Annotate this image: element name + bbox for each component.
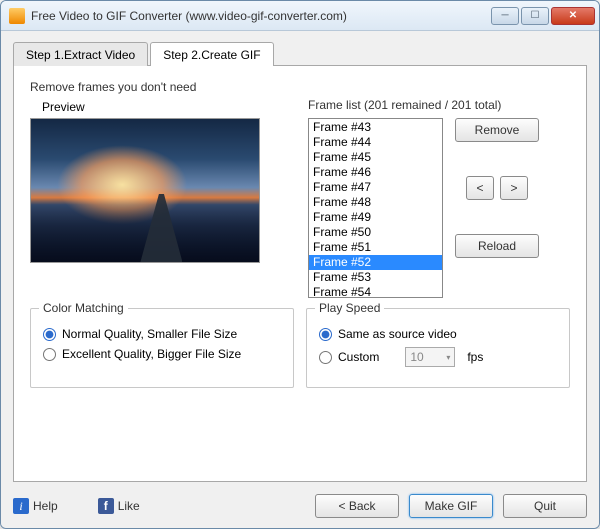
app-window: Free Video to GIF Converter (www.video-g… bbox=[0, 0, 600, 529]
titlebar[interactable]: Free Video to GIF Converter (www.video-g… bbox=[1, 1, 599, 31]
help-link[interactable]: i Help bbox=[13, 498, 58, 514]
dropdown-icon: ▾ bbox=[446, 353, 450, 362]
fps-value: 10 bbox=[410, 350, 423, 364]
frame-list-item[interactable]: Frame #54 bbox=[309, 285, 442, 298]
help-label: Help bbox=[33, 499, 58, 513]
frame-list-item[interactable]: Frame #43 bbox=[309, 120, 442, 135]
radio-custom-speed[interactable]: Custom 10 ▾ fps bbox=[319, 347, 557, 367]
radio-custom-label: Custom bbox=[338, 350, 379, 364]
like-label: Like bbox=[118, 499, 140, 513]
reload-button[interactable]: Reload bbox=[455, 234, 539, 258]
frame-list-item[interactable]: Frame #50 bbox=[309, 225, 442, 240]
frame-list-item[interactable]: Frame #44 bbox=[309, 135, 442, 150]
remove-button[interactable]: Remove bbox=[455, 118, 539, 142]
back-button[interactable]: < Back bbox=[315, 494, 399, 518]
radio-excellent-quality[interactable]: Excellent Quality, Bigger File Size bbox=[43, 347, 281, 361]
frame-list-item[interactable]: Frame #53 bbox=[309, 270, 442, 285]
client-area: Step 1.Extract Video Step 2.Create GIF R… bbox=[1, 31, 599, 528]
frame-list-label: Frame list (201 remained / 201 total) bbox=[308, 98, 570, 112]
make-gif-button[interactable]: Make GIF bbox=[409, 494, 493, 518]
radio-normal-label: Normal Quality, Smaller File Size bbox=[62, 327, 237, 341]
window-title: Free Video to GIF Converter (www.video-g… bbox=[31, 9, 491, 23]
fps-unit: fps bbox=[467, 350, 483, 364]
frame-list-item[interactable]: Frame #49 bbox=[309, 210, 442, 225]
facebook-icon: f bbox=[98, 498, 114, 514]
preview-label: Preview bbox=[42, 100, 292, 114]
play-speed-title: Play Speed bbox=[315, 301, 384, 315]
frame-list-item[interactable]: Frame #51 bbox=[309, 240, 442, 255]
next-frame-button[interactable]: > bbox=[500, 176, 528, 200]
color-matching-title: Color Matching bbox=[39, 301, 128, 315]
frame-list-item[interactable]: Frame #52 bbox=[309, 255, 442, 270]
fps-spinner[interactable]: 10 ▾ bbox=[405, 347, 455, 367]
frame-list-item[interactable]: Frame #47 bbox=[309, 180, 442, 195]
radio-custom-input[interactable] bbox=[319, 351, 332, 364]
app-icon bbox=[9, 8, 25, 24]
tab-step1[interactable]: Step 1.Extract Video bbox=[13, 42, 148, 66]
remove-frames-title: Remove frames you don't need bbox=[30, 80, 292, 94]
frame-listbox[interactable]: Frame #43Frame #44Frame #45Frame #46Fram… bbox=[308, 118, 443, 298]
radio-normal-input[interactable] bbox=[43, 328, 56, 341]
frame-list-item[interactable]: Frame #45 bbox=[309, 150, 442, 165]
maximize-button[interactable]: ☐ bbox=[521, 7, 549, 25]
radio-excellent-input[interactable] bbox=[43, 348, 56, 361]
frame-list-item[interactable]: Frame #46 bbox=[309, 165, 442, 180]
radio-same-label: Same as source video bbox=[338, 327, 457, 341]
color-matching-group: Color Matching Normal Quality, Smaller F… bbox=[30, 308, 294, 388]
play-speed-group: Play Speed Same as source video Custom 1… bbox=[306, 308, 570, 388]
preview-image bbox=[30, 118, 260, 263]
radio-normal-quality[interactable]: Normal Quality, Smaller File Size bbox=[43, 327, 281, 341]
close-button[interactable]: ✕ bbox=[551, 7, 595, 25]
prev-frame-button[interactable]: < bbox=[466, 176, 494, 200]
like-link[interactable]: f Like bbox=[98, 498, 140, 514]
tab-page-step2: Remove frames you don't need Preview Fra… bbox=[13, 65, 587, 482]
preview-content bbox=[140, 194, 182, 262]
radio-same-input[interactable] bbox=[319, 328, 332, 341]
bottom-bar: i Help f Like < Back Make GIF Quit bbox=[13, 482, 587, 518]
help-icon: i bbox=[13, 498, 29, 514]
radio-same-speed[interactable]: Same as source video bbox=[319, 327, 557, 341]
minimize-button[interactable]: ─ bbox=[491, 7, 519, 25]
radio-excellent-label: Excellent Quality, Bigger File Size bbox=[62, 347, 241, 361]
quit-button[interactable]: Quit bbox=[503, 494, 587, 518]
tab-step2[interactable]: Step 2.Create GIF bbox=[150, 42, 273, 66]
frame-list-item[interactable]: Frame #48 bbox=[309, 195, 442, 210]
